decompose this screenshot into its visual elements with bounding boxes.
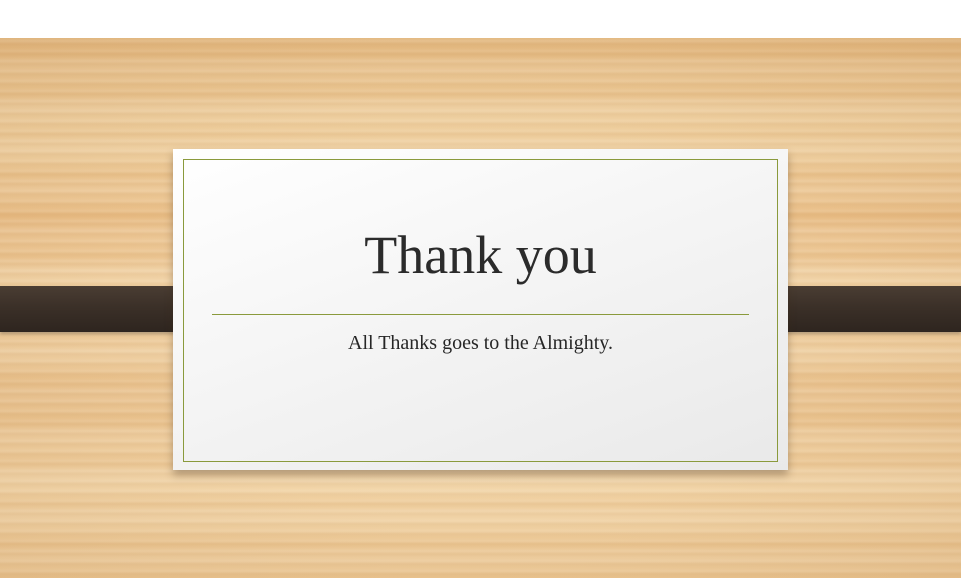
slide-canvas[interactable]: Thank you All Thanks goes to the Almight… — [0, 38, 961, 578]
title-card: Thank you All Thanks goes to the Almight… — [173, 149, 788, 470]
window-top-margin — [0, 0, 961, 38]
slide-subtitle[interactable]: All Thanks goes to the Almighty. — [173, 329, 788, 357]
title-divider — [212, 314, 749, 315]
card-border — [183, 159, 778, 462]
window-bottom-margin — [0, 578, 961, 587]
left-strap — [0, 286, 194, 332]
slide-title[interactable]: Thank you — [173, 225, 788, 285]
right-strap — [767, 286, 961, 332]
